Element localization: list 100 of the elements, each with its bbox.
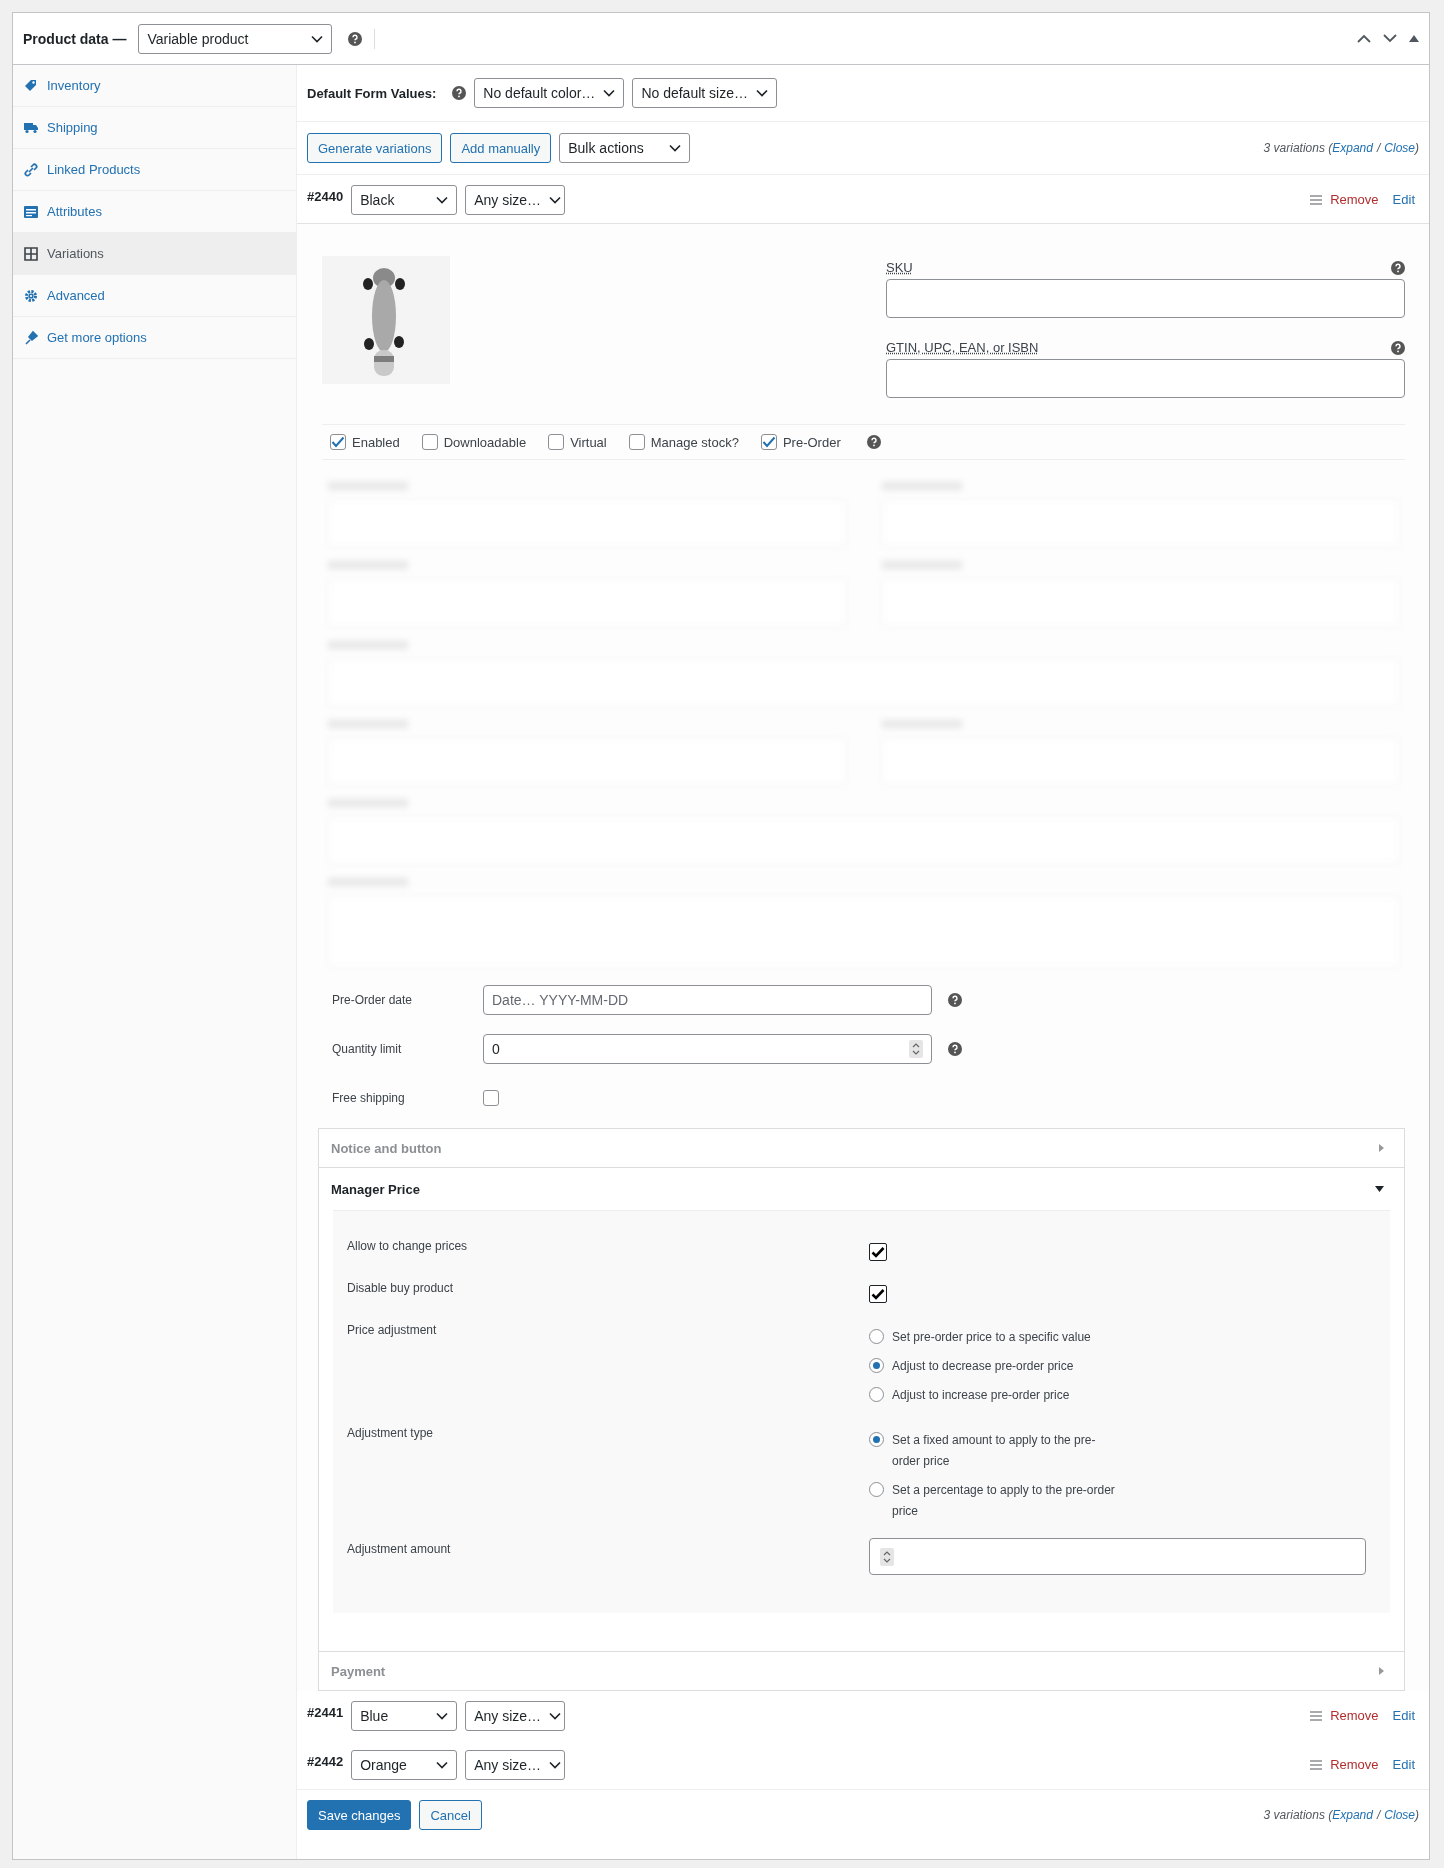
product-type-dropdown[interactable]: Variable product	[138, 23, 333, 54]
cancel-button[interactable]: Cancel	[419, 1800, 482, 1830]
radio-button[interactable]	[869, 1329, 884, 1344]
drag-handle-icon	[1310, 1711, 1323, 1721]
chevron-down-icon	[669, 144, 682, 152]
section-header[interactable]: Manager Price	[319, 1168, 1404, 1210]
caret-right-icon	[1379, 1667, 1384, 1675]
help-icon	[452, 86, 467, 100]
toolbar-button[interactable]: Add manually	[450, 133, 552, 163]
checkbox[interactable]	[483, 1089, 499, 1106]
bulk-actions-dropdown[interactable]: Bulk actions	[559, 133, 691, 163]
radio-label: Set a fixed amount to apply to the pre-order price	[892, 1432, 1097, 1470]
caret-right-icon	[1379, 1144, 1384, 1152]
radio-label: Set pre-order price to a specific value	[892, 1329, 1091, 1346]
checkbox[interactable]	[330, 434, 346, 450]
color-dropdown[interactable]: Black	[351, 185, 458, 215]
field-label: Default Form Values:	[307, 85, 437, 101]
edit-link[interactable]: Edit	[1392, 192, 1415, 207]
section-header[interactable]: Payment	[319, 1652, 1404, 1690]
variations-count: 3 variations (	[1263, 141, 1333, 155]
field-label: Pre-Order date	[332, 992, 414, 1007]
section-header[interactable]: Notice and button	[319, 1129, 1404, 1167]
radio-button[interactable]	[869, 1482, 884, 1497]
number-field[interactable]	[869, 1538, 1366, 1575]
sidebar-tab[interactable]: Get more options	[13, 317, 296, 359]
field-label: Adjustment type	[347, 1426, 435, 1442]
toolbar-button[interactable]: Generate variations	[307, 133, 443, 163]
field-label: Quantity limit	[332, 1041, 403, 1056]
radio-label: Adjust to increase pre-order price	[892, 1387, 1070, 1404]
save-button[interactable]: Save changes	[307, 1800, 412, 1830]
link-icon	[23, 161, 39, 178]
panel-title: Product data —	[23, 30, 127, 47]
expand-link[interactable]: Expand	[1332, 141, 1373, 155]
checkbox[interactable]	[869, 1285, 887, 1303]
checkbox[interactable]	[869, 1243, 887, 1261]
checkbox-label: Manage stock?	[650, 434, 739, 450]
chevron-up-icon	[1357, 34, 1371, 43]
checkbox[interactable]	[760, 434, 777, 450]
close-link[interactable]: Close	[1384, 141, 1415, 155]
drag-handle-icon	[1310, 1760, 1323, 1770]
chevron-down-icon	[311, 34, 324, 43]
attribute-dropdown[interactable]: No default color…	[474, 78, 625, 108]
field-label: Allow to change prices	[347, 1239, 469, 1255]
checkbox[interactable]	[421, 434, 438, 450]
date-field[interactable]: Date… YYYY-MM-DD	[483, 984, 932, 1015]
chevron-down-icon	[436, 196, 449, 204]
size-dropdown[interactable]: Any size…	[465, 1750, 566, 1780]
variation-header[interactable]: #2441 Blue Any size… Remove Edit	[297, 1691, 1429, 1740]
color-dropdown[interactable]: Orange	[351, 1750, 458, 1780]
sidebar-tab[interactable]: Linked Products	[13, 149, 296, 191]
edit-link[interactable]: Edit	[1392, 1708, 1415, 1723]
separator-text: /	[1376, 141, 1381, 155]
settings-icon	[23, 287, 39, 304]
checkbox-label: Enabled	[352, 434, 400, 450]
sidebar-tab[interactable]: Advanced	[13, 275, 296, 317]
help-icon	[1391, 340, 1405, 355]
radio-label: Adjust to decrease pre-order price	[892, 1358, 1074, 1375]
input-field[interactable]	[886, 359, 1405, 398]
sidebar-tab[interactable]: Inventory	[13, 65, 296, 107]
checkbox-label: Virtual	[570, 434, 607, 450]
drag-handle-icon	[1310, 195, 1323, 205]
variation-id: #2440	[307, 189, 344, 204]
variation-id: #2441	[307, 1705, 344, 1720]
sidebar-tab[interactable]: Shipping	[13, 107, 296, 149]
chevron-down-icon	[1383, 34, 1397, 43]
chevron-down-icon	[756, 89, 768, 97]
close-link[interactable]: Close	[1384, 1808, 1415, 1822]
help-icon	[866, 435, 881, 449]
separator-text: /	[1376, 1808, 1381, 1822]
input-field[interactable]	[886, 279, 1405, 318]
chevron-down-icon	[549, 1761, 562, 1769]
radio-button[interactable]	[869, 1387, 884, 1402]
color-dropdown[interactable]: Blue	[351, 1701, 458, 1731]
checkbox[interactable]	[548, 434, 565, 450]
checkbox-label: Downloadable	[443, 434, 527, 450]
remove-link[interactable]: Remove	[1330, 1757, 1379, 1772]
expand-link[interactable]: Expand	[1332, 1808, 1373, 1822]
spinner-icon	[909, 1039, 923, 1058]
plug-icon	[23, 329, 39, 346]
number-field[interactable]: 0	[483, 1033, 932, 1064]
checkbox-label: Pre-Order	[782, 434, 841, 450]
variation-header[interactable]: #2442 Orange Any size… Remove Edit	[297, 1740, 1429, 1789]
grid-icon	[23, 245, 39, 262]
size-dropdown[interactable]: Any size…	[465, 185, 566, 215]
tag-icon	[23, 77, 39, 94]
remove-link[interactable]: Remove	[1330, 1708, 1379, 1723]
edit-link[interactable]: Edit	[1392, 1757, 1415, 1772]
remove-link[interactable]: Remove	[1330, 192, 1379, 207]
field-label: SKU	[886, 260, 913, 275]
radio-button[interactable]	[869, 1358, 884, 1373]
chevron-down-icon	[549, 196, 562, 204]
field-label: Adjustment amount	[347, 1542, 452, 1558]
checkbox[interactable]	[628, 434, 645, 450]
chevron-down-icon	[603, 89, 616, 97]
help-icon	[1391, 260, 1405, 275]
chevron-down-icon	[436, 1761, 449, 1769]
attribute-dropdown[interactable]: No default size…	[632, 78, 777, 108]
size-dropdown[interactable]: Any size…	[465, 1701, 566, 1731]
sidebar-tab[interactable]: Variations	[13, 233, 296, 275]
radio-button[interactable]	[869, 1432, 884, 1447]
